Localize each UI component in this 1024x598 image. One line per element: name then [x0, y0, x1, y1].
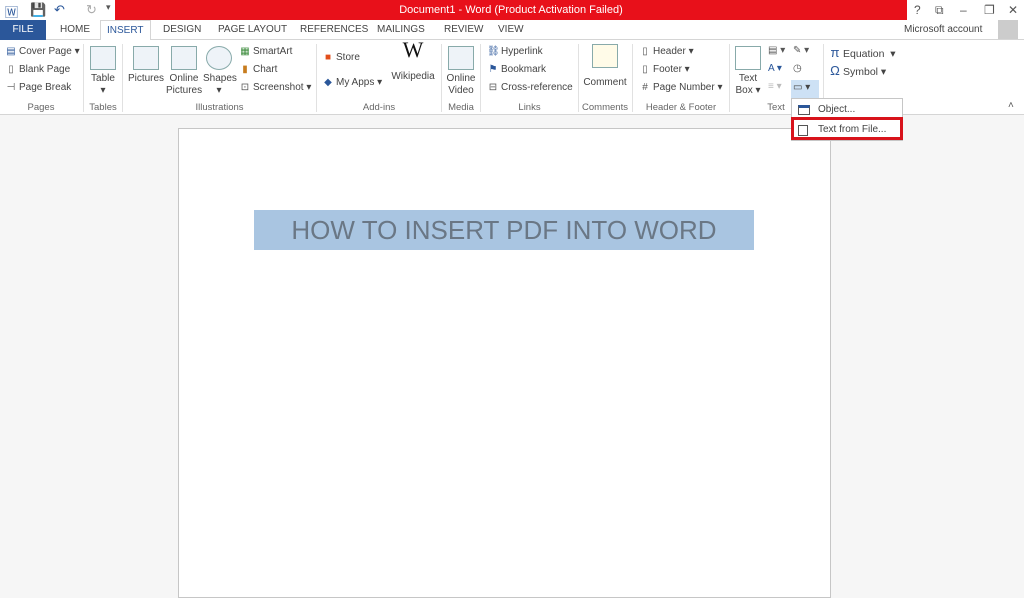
drop-cap-icon[interactable]: ≡ ▾	[768, 81, 782, 92]
window-title: Document1 - Word (Product Activation Fai…	[115, 0, 907, 20]
quick-parts-icon[interactable]: ▤ ▾	[768, 45, 785, 56]
highlight-box	[791, 117, 903, 140]
minimize-icon[interactable]: –	[960, 3, 967, 17]
object-icon	[798, 105, 810, 115]
close-icon[interactable]: ✕	[1008, 3, 1018, 17]
group-label-comments: Comments	[582, 102, 628, 113]
page-number-icon: #	[642, 82, 648, 93]
undo-icon[interactable]: ↶	[54, 2, 65, 18]
chart-icon: ▮	[242, 64, 248, 75]
table-button[interactable]: Table ▾	[88, 46, 118, 97]
chart-button[interactable]: ▮ Chart	[239, 64, 277, 75]
online-video-button[interactable]: Online Video	[444, 46, 478, 97]
account-menu[interactable]: Microsoft account	[904, 24, 982, 35]
tab-view[interactable]: VIEW	[492, 20, 530, 40]
store-button[interactable]: ■ Store	[322, 52, 360, 63]
help-icon[interactable]: ?	[914, 3, 921, 17]
my-apps-button[interactable]: ◆ My Apps ▾	[322, 77, 382, 88]
table-icon	[90, 46, 116, 70]
restore-icon[interactable]: ❐	[984, 3, 995, 17]
blank-page-button[interactable]: ▯ Blank Page	[5, 64, 70, 75]
screenshot-button[interactable]: ⊡ Screenshot ▾	[239, 82, 312, 93]
group-label-tables: Tables	[89, 102, 117, 113]
my-apps-icon: ◆	[324, 77, 332, 88]
ribbon-display-options-icon[interactable]: ⧉	[935, 3, 944, 18]
tab-references[interactable]: REFERENCES	[294, 20, 374, 40]
omega-icon: Ω	[830, 63, 840, 78]
cover-page-button[interactable]: ▤ Cover Page ▾	[5, 46, 79, 57]
bookmark-button[interactable]: ⚑ Bookmark	[487, 64, 547, 75]
group-label-pages: Pages	[27, 102, 55, 113]
text-box-button[interactable]: Text Box ▾	[734, 46, 762, 97]
footer-button[interactable]: ▯ Footer ▾	[639, 64, 689, 75]
hyperlink-icon: ⛓	[487, 46, 500, 57]
pictures-icon	[133, 46, 159, 70]
tab-review[interactable]: REVIEW	[438, 20, 489, 40]
group-label-header-footer: Header & Footer	[645, 102, 717, 113]
collapse-ribbon-icon[interactable]: ˄	[1008, 100, 1014, 111]
screenshot-icon: ⊡	[240, 82, 250, 93]
wikipedia-icon: W	[402, 37, 424, 62]
comment-icon	[592, 44, 618, 68]
header-icon: ▯	[642, 46, 648, 57]
shapes-icon	[206, 46, 232, 70]
wikipedia-button[interactable]: W Wikipedia	[390, 37, 436, 83]
online-video-icon	[448, 46, 474, 70]
word-logo-icon: 🅆	[5, 5, 19, 20]
pi-icon: π	[830, 45, 840, 60]
symbol-button[interactable]: Ω Symbol ▾	[829, 63, 886, 78]
smartart-button[interactable]: ▦ SmartArt	[239, 46, 292, 57]
avatar[interactable]	[998, 20, 1018, 39]
online-pictures-icon	[171, 46, 197, 70]
cross-reference-button[interactable]: ⊟ Cross-reference	[487, 82, 573, 93]
pictures-button[interactable]: Pictures	[127, 46, 165, 85]
document-title-selected[interactable]: HOW TO INSERT PDF INTO WORD	[254, 210, 754, 250]
tab-insert[interactable]: INSERT	[100, 20, 151, 41]
text-box-icon	[735, 46, 761, 70]
store-icon: ■	[324, 52, 332, 63]
page-break-icon: ⊣	[6, 82, 16, 93]
save-icon[interactable]: 💾	[30, 2, 46, 18]
smartart-icon: ▦	[240, 46, 250, 57]
blank-page-icon: ▯	[8, 64, 14, 75]
page-break-button[interactable]: ⊣ Page Break	[5, 82, 72, 93]
page-number-button[interactable]: # Page Number ▾	[639, 82, 722, 93]
ribbon-tabs: FILE HOME INSERT DESIGN PAGE LAYOUT REFE…	[0, 20, 1024, 41]
hyperlink-button[interactable]: ⛓Hyperlink	[487, 46, 543, 57]
tab-home[interactable]: HOME	[54, 20, 96, 40]
bookmark-icon: ⚑	[488, 64, 498, 75]
comment-button[interactable]: Comment	[582, 44, 628, 89]
shapes-button[interactable]: Shapes ▾	[203, 46, 237, 97]
cross-reference-icon: ⊟	[488, 82, 498, 93]
tab-file[interactable]: FILE	[0, 20, 46, 40]
tab-design[interactable]: DESIGN	[157, 20, 207, 40]
redo-icon[interactable]: ↻	[86, 2, 97, 18]
footer-icon: ▯	[642, 64, 648, 75]
customize-toolbar-icon[interactable]: ▾	[106, 2, 111, 13]
online-pictures-button[interactable]: Online Pictures	[166, 46, 202, 97]
group-label-media: Media	[448, 102, 474, 113]
cover-page-icon: ▤	[6, 46, 16, 57]
date-time-icon[interactable]: ◷	[793, 63, 802, 74]
group-label-links: Links	[518, 102, 541, 113]
header-button[interactable]: ▯ Header ▾	[639, 46, 693, 57]
signature-line-icon[interactable]: ✎ ▾	[793, 45, 809, 56]
group-label-add-ins: Add-ins	[362, 102, 396, 113]
tab-page-layout[interactable]: PAGE LAYOUT	[212, 20, 293, 40]
equation-button[interactable]: π Equation ▾	[829, 45, 896, 60]
wordart-icon[interactable]: A ▾	[768, 63, 782, 74]
group-label-illustrations: Illustrations	[195, 102, 244, 113]
document-page[interactable]	[178, 128, 831, 598]
object-dropdown-button[interactable]: ▭ ▾	[791, 80, 819, 98]
